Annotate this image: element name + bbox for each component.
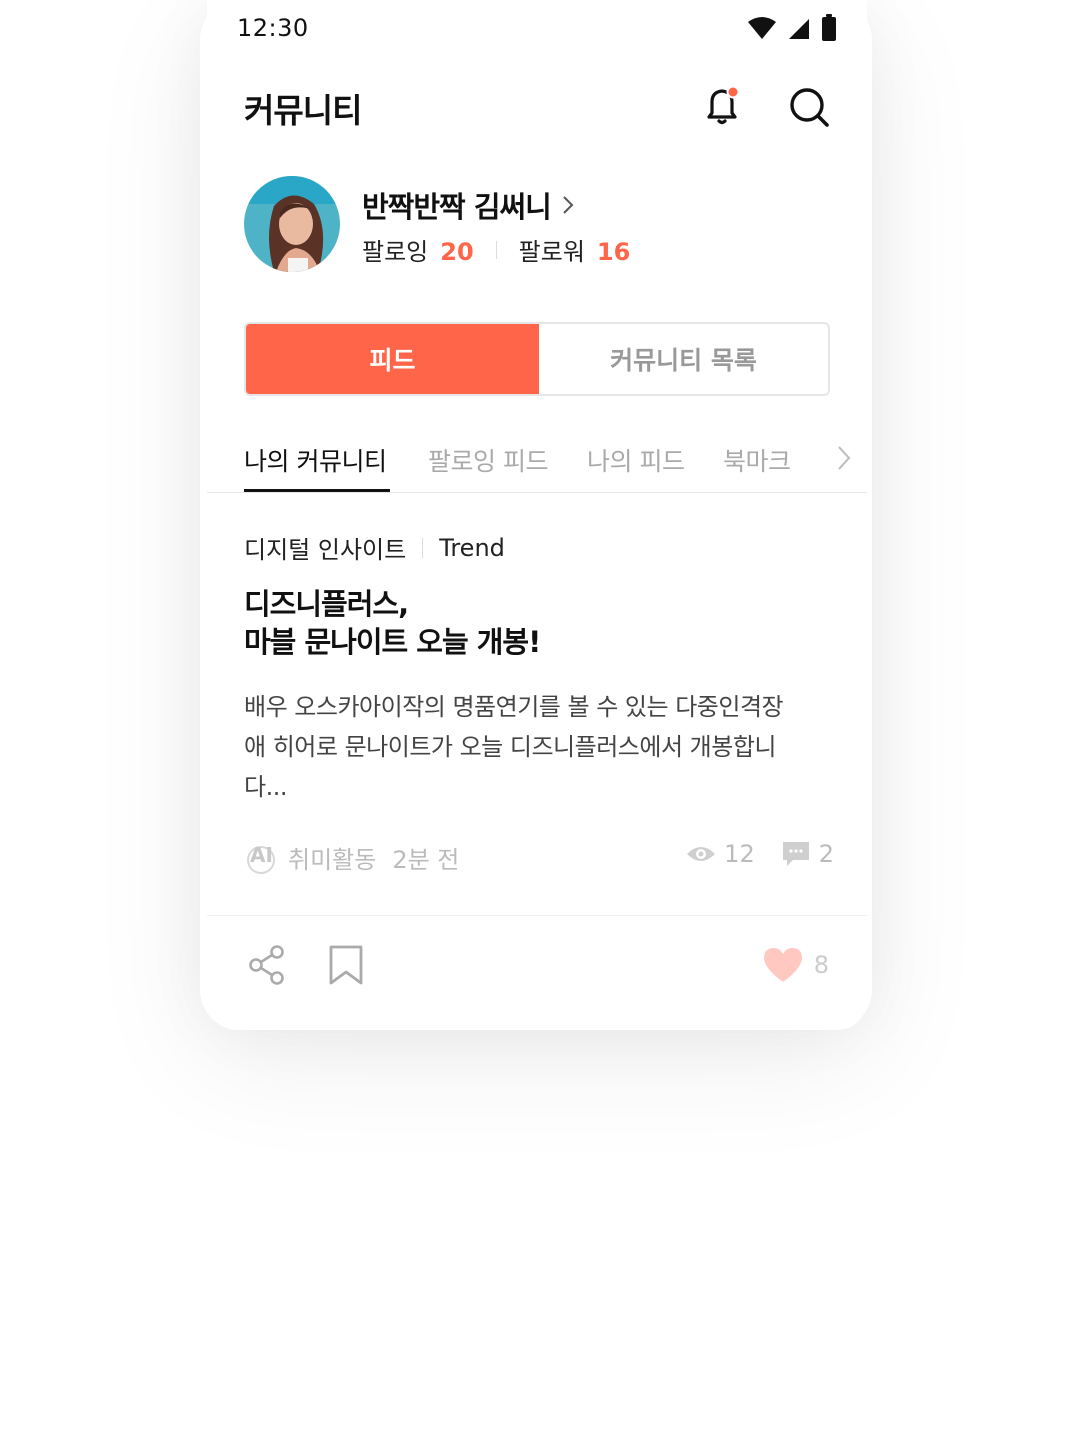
wifi-icon	[748, 17, 776, 39]
post-title: 디즈니플러스, 마블 문나이트 오늘 개봉!	[244, 585, 834, 661]
following-link[interactable]: 팔로잉 20	[362, 232, 474, 267]
post-stats: 12 2	[686, 840, 834, 868]
author-badge-text: AI	[250, 842, 273, 867]
app-header: 커뮤니티	[207, 80, 867, 140]
sub-tabs: 나의 커뮤니티 팔로잉 피드 나의 피드 북마크	[207, 430, 867, 493]
profile-section: 반짝반짝 김써니 팔로잉 20 팔로워 16	[244, 176, 844, 272]
page-title: 커뮤니티	[244, 91, 362, 130]
share-button[interactable]	[247, 944, 287, 990]
post-title-line: 디즈니플러스,	[244, 587, 409, 621]
subtab-my-community[interactable]: 나의 커뮤니티	[244, 442, 387, 478]
follow-stats: 팔로잉 20 팔로워 16	[362, 232, 630, 267]
notification-button[interactable]	[701, 84, 745, 128]
battery-icon	[822, 14, 836, 41]
follower-count: 16	[596, 238, 631, 266]
post-category-row: 디지털 인사이트 Trend	[244, 530, 834, 565]
post-card[interactable]: 디지털 인사이트 Trend 디즈니플러스, 마블 문나이트 오늘 개봉! 배우…	[244, 530, 834, 807]
post-excerpt-line: 다...	[244, 773, 287, 801]
post-actions: 8	[207, 915, 867, 1016]
follower-link[interactable]: 팔로워 16	[519, 232, 631, 267]
active-tab-indicator	[244, 489, 390, 492]
share-icon	[249, 945, 284, 985]
view-count: 12	[724, 840, 755, 868]
author-name[interactable]: 취미활동	[288, 840, 376, 875]
avatar-image	[244, 176, 340, 272]
post-time: 2분 전	[392, 846, 460, 874]
status-bar: 12:30	[207, 0, 867, 60]
subtab-bookmark[interactable]: 북마크	[723, 442, 791, 478]
nickname-row[interactable]: 반짝반짝 김써니	[362, 184, 575, 226]
post-tag[interactable]: Trend	[439, 534, 505, 562]
chevron-right-icon	[563, 196, 574, 214]
tab-feed[interactable]: 피드	[246, 324, 539, 394]
comment-count: 2	[818, 840, 834, 868]
following-count: 20	[440, 238, 474, 266]
nickname: 반짝반짝 김써니	[362, 190, 552, 224]
bookmark-button[interactable]	[327, 944, 365, 990]
like-button[interactable]: 8	[762, 946, 829, 984]
post-meta: AI 취미활동 2분 전 12 2	[244, 840, 834, 880]
search-button[interactable]	[787, 84, 833, 130]
like-count: 8	[813, 951, 829, 979]
follower-label: 팔로워	[518, 238, 585, 266]
subtab-scroll-button[interactable]	[837, 444, 851, 476]
post-excerpt: 배우 오스카아이작의 명품연기를 볼 수 있는 다중인격장 애 히어로 문나이트…	[244, 687, 834, 807]
divider	[495, 240, 497, 259]
divider	[422, 537, 424, 558]
bell-icon	[707, 85, 740, 125]
segment-control: 피드 커뮤니티 목록	[244, 322, 830, 396]
subtab-my-feed[interactable]: 나의 피드	[587, 442, 685, 478]
heart-icon	[763, 948, 802, 982]
phone-screen: 12:30 커뮤니티 반짝반짝 김써니 팔로잉 20 팔로워 16 피드 커뮤니…	[207, 0, 867, 1030]
signal-icon	[789, 19, 809, 39]
status-time: 12:30	[237, 14, 309, 42]
post-title-line: 마블 문나이트 오늘 개봉!	[244, 625, 541, 659]
bookmark-icon	[329, 945, 363, 985]
avatar[interactable]	[244, 176, 340, 272]
eye-icon	[687, 847, 716, 861]
post-excerpt-line: 배우 오스카아이작의 명품연기를 볼 수 있는 다중인격장	[244, 693, 784, 721]
comment-icon	[782, 842, 809, 866]
author-badge: AI	[244, 841, 278, 875]
chevron-right-icon	[838, 446, 851, 470]
post-category[interactable]: 디지털 인사이트	[244, 530, 406, 565]
following-label: 팔로잉	[362, 238, 429, 266]
tab-community-list[interactable]: 커뮤니티 목록	[539, 324, 828, 394]
search-icon	[790, 88, 829, 127]
subtab-following-feed[interactable]: 팔로잉 피드	[428, 442, 548, 478]
post-excerpt-line: 애 히어로 문나이트가 오늘 디즈니플러스에서 개봉합니	[244, 733, 776, 761]
post-author: AI 취미활동 2분 전	[244, 840, 459, 875]
status-icons	[747, 14, 837, 42]
